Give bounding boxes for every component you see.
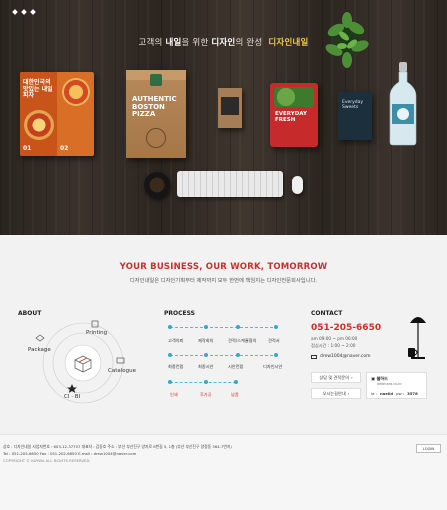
plant-image [325,12,369,68]
process-step: 디자인시안 [263,364,283,369]
sweets-box-image: Everyday Sweets [338,92,372,140]
about-title: ABOUT [18,310,42,317]
email-icon [311,354,317,359]
section-headline: YOUR BUSINESS, OUR WORK, TOMORROW [119,262,328,272]
hero-banner: 고객의 내일을 위한 디자인의 완성 디자인내일 대한민국의 맛있는 내일피자 0… [0,0,447,235]
login-button[interactable]: LOGIN [416,444,441,453]
process-step: 최종컨펌 [168,364,184,369]
chevron-right-icon: › [350,375,353,380]
salad-package-image: EVERYDAY FRESH [270,83,318,147]
process-step: 고객의뢰 [168,338,184,343]
process-step: 최종시안 [198,364,214,369]
footer-copyright: COPYRIGHT © KAYWA ALL RIGHTS RESERVED. [3,458,91,463]
webhard-login-card[interactable]: ▣ 웹하드 webhard.co.kr id : naeild pw :3578 [366,372,427,399]
about-diagram [35,320,125,404]
about-label-package: Package [28,347,51,353]
hero-brand: 디자인내일 [268,38,309,48]
coffee-cup-image [144,172,170,198]
about-label-printing: Printing [86,330,108,336]
menu-dots-icon[interactable] [12,9,36,15]
footer-contact-info: Tel : 051-205-6650 Fax : 051-202-6650 E-… [3,451,137,456]
keyboard-image [177,171,283,197]
mouse-image [292,176,303,194]
coffee-pouch-image [218,88,242,128]
estimate-button[interactable]: 상담 및 견적문의 › [311,372,361,383]
ci-bi-star-icon [67,384,77,393]
footer-company-info: 상호 : 디자인내일 사업자번호 : 603-12-37707 대표자 : 김동… [3,444,232,449]
pizza-bag-image: AUTHENTIC BOSTON PIZZA [126,70,186,158]
about-label-ci-bi: CI · BI [64,394,81,400]
contact-title: CONTACT [311,310,343,317]
process-step: 인쇄 [170,392,178,397]
process-step: 후가공 [200,392,212,397]
section-subline: 디자인내일은 디자인기획부터 제작까지 모두 한번에 책임지는 디자인전문회사입… [129,278,318,284]
process-step: 견적/스케쥴협의 [228,338,257,343]
lamp-image [408,317,426,359]
chevron-right-icon: › [347,391,350,396]
magazine-image: 대한민국의 맛있는 내일피자 01 02 [20,72,94,156]
process-diagram: 고객의뢰 제작회의 견적/스케쥴협의 견적서 최종컨펌 최종시안 시안컨펌 디자… [164,324,294,404]
package-icon [35,334,45,342]
about-label-catalogue: Catalogue [108,368,136,374]
contact-phone[interactable]: 051-205-6650 [311,323,381,333]
webhard-icon: ▣ [371,376,375,381]
process-step: 견적서 [268,338,280,343]
hero-tagline: 고객의 내일을 위한 디자인의 완성 디자인내일 [138,38,309,48]
process-step: 제작회의 [198,338,214,343]
footer: 상호 : 디자인내일 사업자번호 : 603-12-37707 대표자 : 김동… [0,434,447,510]
bottle-image [389,62,417,146]
process-step: 납품 [231,392,239,397]
process-title: PROCESS [164,310,195,317]
process-step: 시안컨펌 [228,364,244,369]
directions-button[interactable]: 오시는길안내 › [311,388,361,399]
contact-email[interactable]: drew1004@naver.com [311,354,371,359]
contact-hours: am 09:00 ~ pm 06:00 점심시간 : 1:00 ~ 2:00 [311,336,358,348]
